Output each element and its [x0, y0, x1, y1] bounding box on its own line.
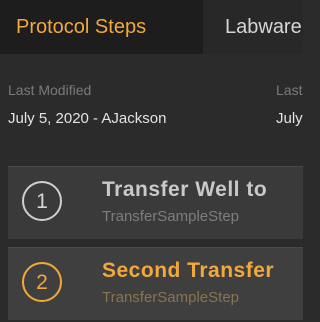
step-number-badge: 2 [22, 262, 62, 302]
tab-bar: Protocol Steps Labware [0, 0, 303, 54]
app-root: Protocol Steps Labware Last Modified Jul… [0, 0, 303, 322]
step-type: TransferSampleStep [102, 289, 240, 306]
step-row-1[interactable]: 1 Transfer Well to TransferSampleStep [8, 166, 303, 239]
secondary-meta-label: Last [276, 82, 303, 98]
step-title: Second Transfer [102, 259, 275, 282]
last-modified-label: Last Modified [8, 82, 92, 98]
tab-labware[interactable]: Labware [203, 0, 303, 54]
step-row-2[interactable]: 2 Second Transfer TransferSampleStep [8, 247, 303, 320]
step-number-badge: 1 [22, 181, 62, 221]
step-title: Transfer Well to [102, 178, 268, 201]
tab-protocol-steps[interactable]: Protocol Steps [0, 0, 203, 54]
secondary-meta-value: July [276, 110, 303, 127]
last-modified-value: July 5, 2020 - AJackson [8, 110, 167, 127]
step-type: TransferSampleStep [102, 208, 240, 225]
